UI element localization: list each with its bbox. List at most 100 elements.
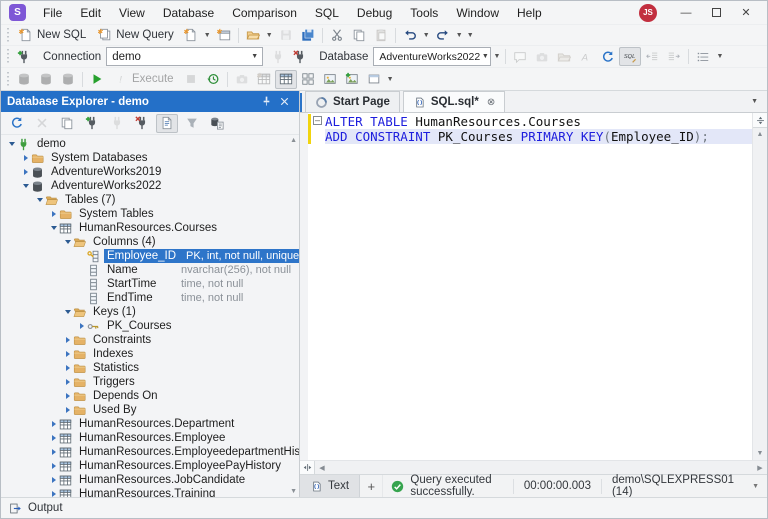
collapse-arrow-icon[interactable] xyxy=(20,184,31,188)
scroll-up-arrow[interactable]: ▲ xyxy=(757,128,764,141)
connection-select[interactable]: demo ▼ xyxy=(106,47,264,66)
code-line[interactable]: ADD CONSTRAINT PK_Courses PRIMARY KEY(Em… xyxy=(325,129,752,144)
new-query-button[interactable]: ✱ New Query xyxy=(92,26,180,45)
code-line[interactable]: ALTER TABLE HumanResources.Courses xyxy=(325,114,752,129)
chevron-down-icon[interactable]: ▼ xyxy=(491,53,502,60)
explorer-new-connection-button[interactable] xyxy=(81,114,103,133)
expand-arrow-icon[interactable] xyxy=(48,435,59,441)
chevron-down-icon[interactable]: ▼ xyxy=(202,32,213,39)
expand-arrow-icon[interactable] xyxy=(62,393,73,399)
tree-item[interactable]: Depends On xyxy=(1,389,299,403)
query-history-button[interactable] xyxy=(202,70,224,89)
collapse-arrow-icon[interactable] xyxy=(62,240,73,244)
database-select[interactable]: AdventureWorks2022 ▼ xyxy=(373,47,492,66)
tree-item[interactable]: Indexes xyxy=(1,347,299,361)
menu-item[interactable]: Database xyxy=(154,1,223,24)
collapse-arrow-icon[interactable] xyxy=(6,142,17,146)
tree-scroll-down[interactable]: ▼ xyxy=(290,488,297,495)
expand-arrow-icon[interactable] xyxy=(76,323,87,329)
open-file-button[interactable] xyxy=(242,26,264,45)
redo-button[interactable] xyxy=(432,26,454,45)
explorer-details-button[interactable] xyxy=(156,113,178,133)
toolbar-grip[interactable] xyxy=(7,27,9,43)
explorer-duplicate-button[interactable] xyxy=(56,114,78,133)
disconnect-button[interactable] xyxy=(289,47,311,66)
chevron-down-icon[interactable]: ▼ xyxy=(385,76,396,83)
toolbar-grip[interactable] xyxy=(7,71,9,87)
tree-item[interactable]: System Databases xyxy=(1,151,299,165)
refresh-button[interactable] xyxy=(597,47,619,66)
server-info[interactable]: demo\SQLEXPRESS01 (14) xyxy=(600,474,744,498)
menu-item[interactable]: Edit xyxy=(71,1,110,24)
add-diagram-button[interactable] xyxy=(341,70,363,89)
new-view-button[interactable] xyxy=(363,70,385,89)
tree-item[interactable]: AdventureWorks2022 xyxy=(1,179,299,193)
split-editor-vertical-handle[interactable] xyxy=(300,461,315,474)
text-view-tab[interactable]: Text xyxy=(300,475,361,497)
new-window-button[interactable]: ✱ xyxy=(213,26,235,45)
expand-arrow-icon[interactable] xyxy=(20,169,31,175)
panel-close-icon[interactable] xyxy=(275,95,293,108)
tree-item[interactable]: HumanResources.EmployeedepartmentHistory xyxy=(1,445,299,459)
status-chevron-icon[interactable]: ▼ xyxy=(744,483,767,490)
menu-item[interactable]: Window xyxy=(447,1,508,24)
chevron-down-icon[interactable]: ▼ xyxy=(465,32,476,39)
tree-item[interactable]: Triggers xyxy=(1,375,299,389)
scroll-down-arrow[interactable]: ▼ xyxy=(757,447,764,460)
expand-arrow-icon[interactable] xyxy=(62,407,73,413)
list-members-button[interactable] xyxy=(692,47,714,66)
tree-item[interactable]: HumanResources.EmployeePayHistory xyxy=(1,459,299,473)
tree-scroll-up[interactable]: ▲ xyxy=(290,137,297,144)
tree-item[interactable]: Used By xyxy=(1,403,299,417)
explorer-disconnect-button[interactable] xyxy=(131,114,153,133)
expand-arrow-icon[interactable] xyxy=(48,449,59,455)
tree-item[interactable]: HumanResources.Training xyxy=(1,487,299,497)
menu-item[interactable]: File xyxy=(34,1,71,24)
tab-list-chevron-icon[interactable]: ▼ xyxy=(742,98,767,105)
tree-item[interactable]: HumanResources.Department xyxy=(1,417,299,431)
tree-item[interactable]: HumanResources.Courses xyxy=(1,221,299,235)
explorer-filter-button[interactable] xyxy=(181,114,203,133)
format-sql-button[interactable]: SQL xyxy=(619,47,642,66)
collapse-arrow-icon[interactable] xyxy=(34,198,45,202)
tree-item[interactable]: Keys (1) xyxy=(1,305,299,319)
tree-item[interactable]: demo xyxy=(1,137,299,151)
toolbar-grip[interactable] xyxy=(7,49,9,64)
menu-item[interactable]: Debug xyxy=(348,1,401,24)
save-all-button[interactable] xyxy=(297,26,319,45)
pin-icon[interactable] xyxy=(257,95,275,108)
tab-sql-sql-[interactable]: SQL.sql* ⊗ xyxy=(402,91,506,112)
collapse-arrow-icon[interactable] xyxy=(62,310,73,314)
expand-arrow-icon[interactable] xyxy=(62,337,73,343)
menu-item[interactable]: SQL xyxy=(306,1,348,24)
scroll-left-arrow[interactable]: ◀ xyxy=(315,464,329,472)
expand-arrow-icon[interactable] xyxy=(62,365,73,371)
horizontal-scrollbar[interactable]: ◀ ▶ xyxy=(300,460,767,474)
tree-item[interactable]: PK_Courses xyxy=(1,319,299,333)
execute-play-button[interactable] xyxy=(86,70,108,89)
chevron-down-icon[interactable]: ▼ xyxy=(454,32,465,39)
tab-close-icon[interactable]: ⊗ xyxy=(487,97,495,108)
tree-item[interactable]: Name nvarchar(256), not null xyxy=(1,263,299,277)
minimize-icon[interactable]: — xyxy=(671,1,701,24)
new-connection-button[interactable] xyxy=(13,47,35,66)
maximize-icon[interactable] xyxy=(701,1,731,24)
close-icon[interactable]: ✕ xyxy=(731,1,761,24)
expand-arrow-icon[interactable] xyxy=(48,211,59,217)
expand-arrow-icon[interactable] xyxy=(62,379,73,385)
output-bar[interactable]: Output xyxy=(1,497,767,518)
expand-arrow-icon[interactable] xyxy=(48,491,59,497)
tree-item[interactable]: System Tables xyxy=(1,207,299,221)
tree-item[interactable]: Statistics xyxy=(1,361,299,375)
explorer-script-button[interactable] xyxy=(206,114,228,133)
user-avatar[interactable]: JS xyxy=(639,3,657,22)
tree-item[interactable]: Constraints xyxy=(1,333,299,347)
chevron-down-icon[interactable]: ▼ xyxy=(421,32,432,39)
tab-start-page[interactable]: Start Page xyxy=(305,91,400,112)
scroll-right-arrow[interactable]: ▶ xyxy=(753,464,767,472)
explorer-refresh-button[interactable] xyxy=(6,114,28,133)
fold-collapse-icon[interactable]: – xyxy=(313,116,322,125)
copy-button[interactable] xyxy=(348,26,370,45)
expand-arrow-icon[interactable] xyxy=(48,477,59,483)
tree-item[interactable]: Tables (7) xyxy=(1,193,299,207)
